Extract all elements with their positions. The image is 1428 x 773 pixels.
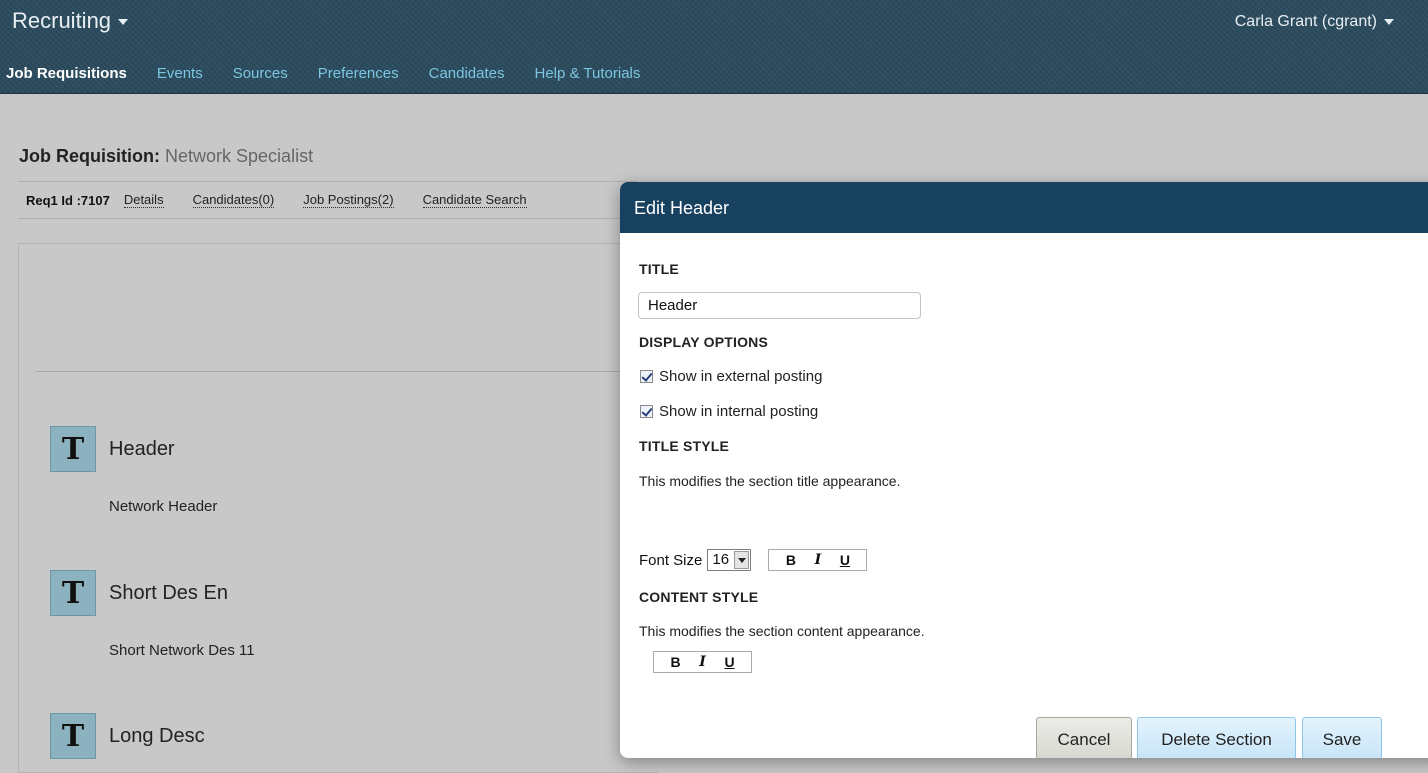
user-name: Carla Grant (cgrant) <box>1234 13 1377 30</box>
font-size-row: Font Size 16 B I U <box>639 549 868 571</box>
display-options-label: DISPLAY OPTIONS <box>639 334 769 350</box>
text-section-icon: T <box>50 570 96 616</box>
tab-candidates[interactable]: Candidates(0) <box>192 192 275 208</box>
app-menu[interactable]: Recruiting <box>12 8 129 34</box>
title-input[interactable] <box>638 292 921 319</box>
nav-preferences[interactable]: Preferences <box>318 65 399 85</box>
underline-button[interactable]: U <box>716 654 743 670</box>
title-style-label: TITLE STYLE <box>639 438 730 454</box>
content-style-label: CONTENT STYLE <box>639 589 759 605</box>
show-internal-label: Show in internal posting <box>659 403 819 420</box>
tab-candidate-search[interactable]: Candidate Search <box>422 192 527 208</box>
user-menu[interactable]: Carla Grant (cgrant) <box>1235 13 1394 31</box>
italic-button[interactable]: I <box>689 654 716 670</box>
cancel-button[interactable]: Cancel <box>1036 717 1132 758</box>
font-size-value: 16 <box>712 551 730 568</box>
title-style-help: This modifies the section title appearan… <box>639 473 901 489</box>
show-external-option[interactable]: Show in external posting <box>640 368 822 385</box>
page-title-label: Job Requisition: <box>19 146 160 166</box>
chevron-down-icon <box>118 19 129 26</box>
nav-events[interactable]: Events <box>157 65 203 85</box>
main-nav: Job Requisitions Events Sources Preferen… <box>6 65 670 85</box>
tab-details[interactable]: Details <box>123 192 164 208</box>
bold-button[interactable]: B <box>777 552 804 568</box>
save-button[interactable]: Save <box>1302 717 1382 758</box>
page-title: Job Requisition: Network Specialist <box>19 146 313 167</box>
requisition-id: Req1 Id :7107 <box>26 192 110 208</box>
nav-help-tutorials[interactable]: Help & Tutorials <box>535 65 641 85</box>
font-size-label: Font Size <box>639 551 703 569</box>
underline-button[interactable]: U <box>831 552 858 568</box>
dialog-title: Edit Header <box>620 182 1428 233</box>
edit-header-dialog: Edit Header TITLE DISPLAY OPTIONS Show i… <box>620 182 1428 758</box>
section-content: Network Header <box>109 498 218 515</box>
show-external-label: Show in external posting <box>659 368 823 385</box>
app-title: Recruiting <box>12 8 112 33</box>
tab-job-postings[interactable]: Job Postings(2) <box>303 192 394 208</box>
nav-candidates[interactable]: Candidates <box>429 65 505 85</box>
bold-button[interactable]: B <box>662 654 689 670</box>
title-label: TITLE <box>639 261 679 277</box>
nav-job-requisitions[interactable]: Job Requisitions <box>6 65 127 85</box>
show-internal-option[interactable]: Show in internal posting <box>640 403 818 420</box>
text-section-icon: T <box>50 426 96 472</box>
top-bar: Recruiting Carla Grant (cgrant) Job Requ… <box>0 0 1428 94</box>
italic-button[interactable]: I <box>804 552 831 568</box>
text-section-icon: T <box>50 713 96 759</box>
section-title: Short Des En <box>109 582 228 604</box>
section-title: Long Desc <box>109 725 205 747</box>
requisition-subnav: Req1 Id :7107 Details Candidates(0) Job … <box>18 181 638 219</box>
nav-sources[interactable]: Sources <box>233 65 288 85</box>
divider <box>36 371 636 372</box>
section-title: Header <box>109 438 175 460</box>
content-style-help: This modifies the section content appear… <box>639 623 925 639</box>
title-format-toolbar: B I U <box>768 549 868 571</box>
section-content: Short Network Des 11 <box>109 642 255 659</box>
show-external-checkbox[interactable] <box>640 370 653 383</box>
chevron-down-icon <box>1384 18 1394 25</box>
content-format-toolbar: B I U <box>653 651 752 673</box>
delete-section-button[interactable]: Delete Section <box>1137 717 1296 758</box>
chevron-down-icon[interactable] <box>734 551 750 569</box>
font-size-select[interactable]: 16 <box>707 549 752 571</box>
page-title-value: Network Specialist <box>165 146 314 166</box>
show-internal-checkbox[interactable] <box>640 405 653 418</box>
